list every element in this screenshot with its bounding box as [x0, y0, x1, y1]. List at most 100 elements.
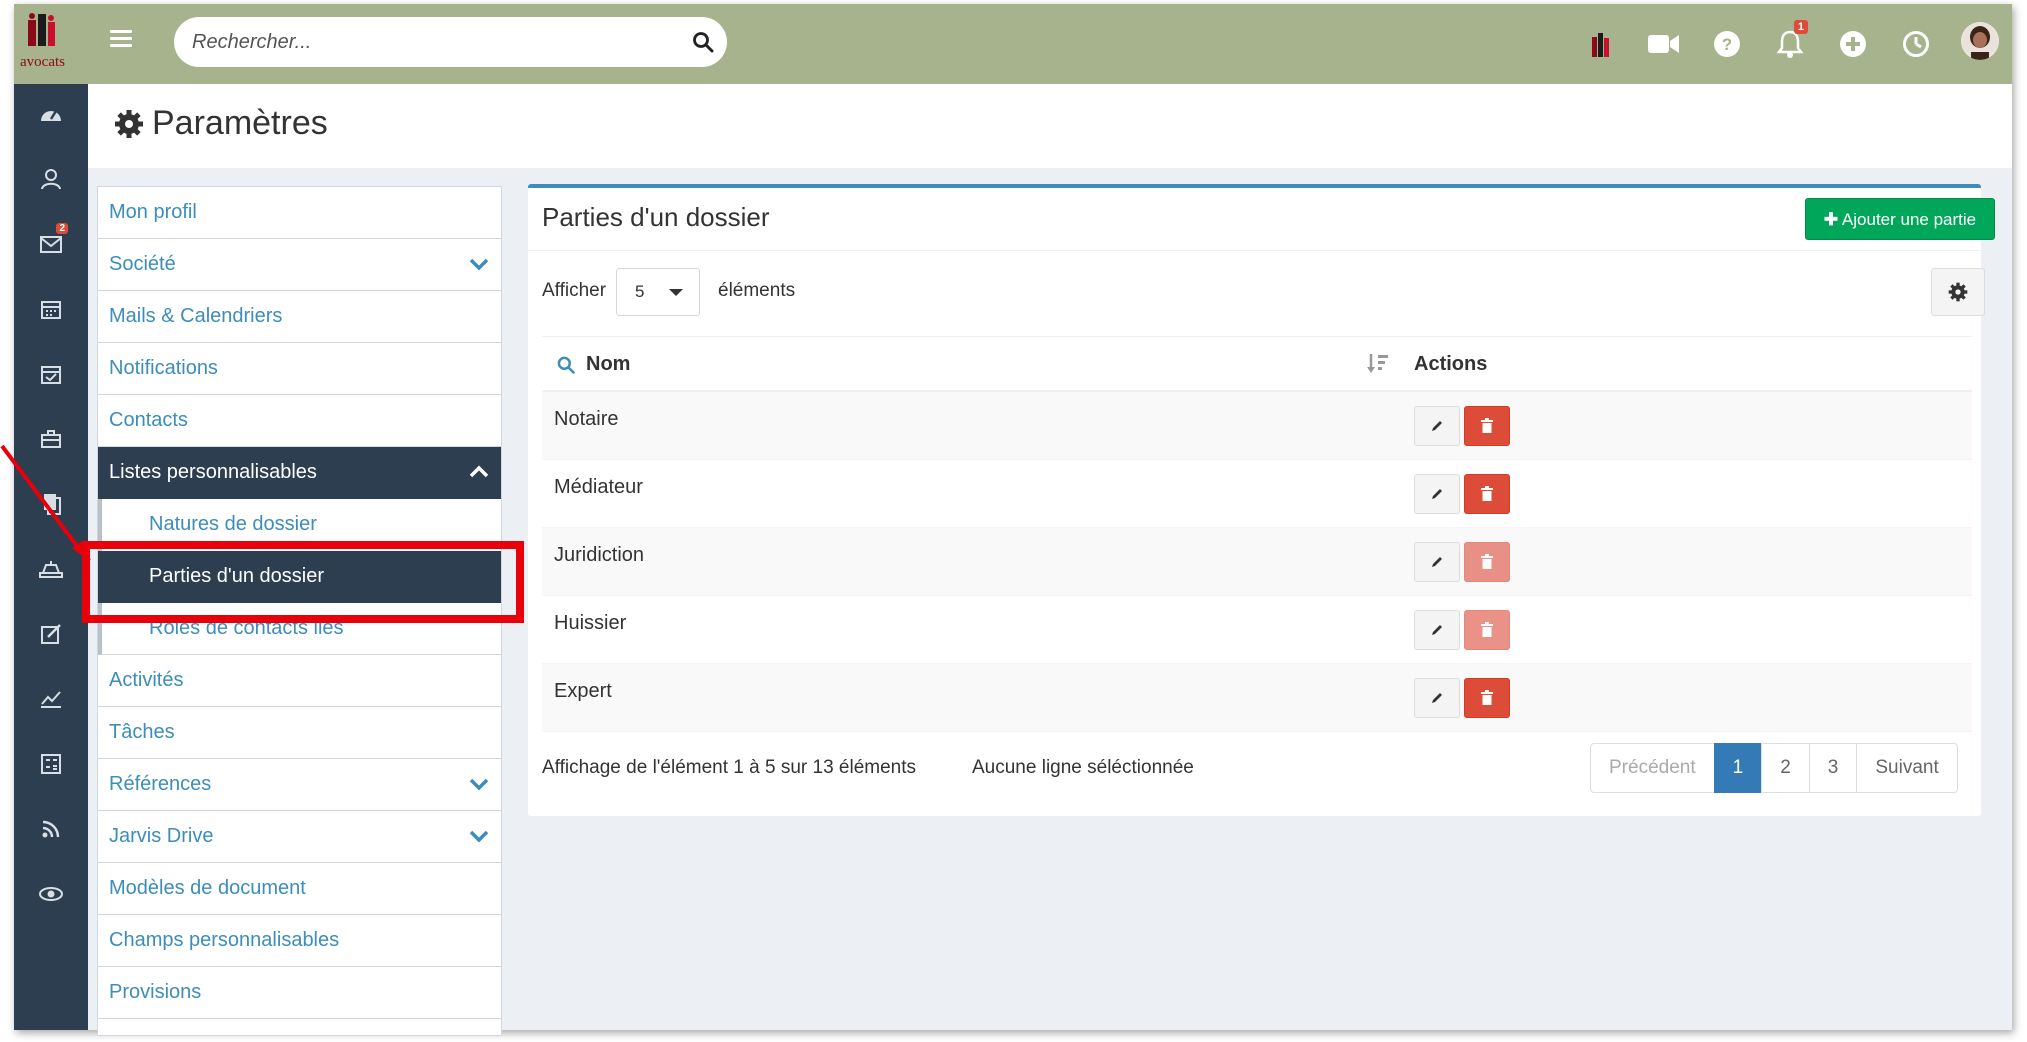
app-logo[interactable]: avocats [14, 4, 88, 84]
trash-icon [1481, 554, 1493, 569]
video-icon[interactable] [1646, 26, 1682, 62]
parties-panel: Parties d'un dossier ✚ Ajouter une parti… [528, 184, 1995, 816]
menu-item-label: Modèles de document [109, 877, 306, 899]
add-partie-button[interactable]: ✚ Ajouter une partie [1805, 198, 1995, 240]
menu-item-label: Notifications [109, 357, 218, 379]
edit-icon[interactable] [34, 619, 68, 649]
trash-icon [1481, 418, 1493, 433]
trash-icon [1481, 622, 1493, 637]
plus-circle-icon[interactable] [1835, 26, 1871, 62]
delete-button[interactable] [1464, 678, 1510, 718]
search-input[interactable] [192, 27, 662, 57]
search-icon[interactable] [691, 30, 715, 54]
search-icon[interactable] [556, 355, 576, 375]
table-info: Affichage de l'élément 1 à 5 sur 13 élém… [542, 757, 917, 778]
table-row[interactable]: Notaire [542, 392, 1972, 460]
user-avatar[interactable] [1961, 22, 1999, 60]
row-name: Médiateur [554, 476, 643, 498]
help-icon[interactable]: ? [1709, 26, 1745, 62]
panel-title: Parties d'un dossier [542, 202, 770, 232]
documents-icon[interactable] [34, 489, 68, 519]
edit-button[interactable] [1414, 678, 1460, 718]
row-name: Juridiction [554, 544, 645, 566]
pagination-page-2[interactable]: 2 [1761, 743, 1810, 793]
chevron-down-icon [469, 830, 489, 843]
table-header: Nom Actions [542, 336, 1972, 392]
column-header-nom[interactable]: Nom [586, 353, 630, 376]
menu-item-taches[interactable]: Tâches [98, 707, 501, 759]
menu-item-modeles-de-document[interactable]: Modèles de document [98, 863, 501, 915]
delete-button[interactable] [1464, 474, 1510, 514]
pencil-icon [1432, 557, 1442, 567]
search-box [174, 17, 727, 67]
bell-icon[interactable]: 1 [1772, 20, 1808, 62]
calendar-icon[interactable] [34, 294, 68, 324]
menu-item-mon-profil[interactable]: Mon profil [98, 187, 501, 239]
pagination-next[interactable]: Suivant [1856, 743, 1958, 793]
table-row[interactable]: Médiateur [542, 460, 1972, 528]
menu-toggle-icon[interactable] [110, 30, 132, 48]
pencil-icon [1432, 489, 1442, 499]
submenu-item-roles-de-contacts-lies[interactable]: Rôles de contacts liés [98, 603, 501, 655]
pencil-icon [1432, 693, 1442, 703]
calculator-icon[interactable] [34, 749, 68, 779]
mail-badge: 2 [56, 223, 68, 234]
table-row[interactable]: Expert [542, 664, 1972, 732]
edit-button[interactable] [1414, 610, 1460, 650]
row-name: Huissier [554, 612, 627, 634]
chevron-up-icon [469, 465, 489, 478]
plus-icon: ✚ [1823, 210, 1839, 229]
table-row[interactable]: Juridiction [542, 528, 1972, 596]
table-row[interactable]: Huissier [542, 596, 1972, 664]
delete-button[interactable] [1464, 406, 1510, 446]
menu-item-activites[interactable]: Activités [98, 655, 501, 707]
menu-item-label: Jarvis Drive [109, 825, 214, 847]
submenu-item-natures-de-dossier[interactable]: Natures de dossier [98, 499, 501, 551]
submenu-item-parties-d-un-dossier[interactable]: Parties d'un dossier [98, 551, 501, 603]
pagination-page-1[interactable]: 1 [1713, 743, 1763, 793]
caret-down-icon [669, 289, 683, 296]
contacts-icon[interactable] [34, 164, 68, 194]
menu-item-label: Tâches [109, 721, 175, 743]
menu-item-label: Champs personnalisables [109, 929, 340, 951]
sort-icon[interactable] [1366, 351, 1390, 375]
table-settings-button[interactable] [1931, 268, 1985, 316]
edit-button[interactable] [1414, 542, 1460, 582]
edit-button[interactable] [1414, 474, 1460, 514]
clock-icon[interactable] [1898, 26, 1934, 62]
menu-item-contacts[interactable]: Contacts [98, 395, 501, 447]
menu-item-mails-calendriers[interactable]: Mails & Calendriers [98, 291, 501, 343]
delete-button-disabled [1464, 610, 1510, 650]
menu-item-references[interactable]: Références [98, 759, 501, 811]
menu-item-societe[interactable]: Société [98, 239, 501, 291]
pagination-page-3[interactable]: 3 [1808, 743, 1858, 793]
menu-item-listes-personnalisables[interactable]: Listes personnalisables [98, 447, 501, 499]
menu-item-label: Listes personnalisables [109, 461, 317, 483]
menu-item-label: Mails & Calendriers [109, 305, 283, 327]
edit-button[interactable] [1414, 406, 1460, 446]
pagination: Précédent 1 2 3 Suivant [1590, 743, 1958, 793]
dashboard-icon[interactable] [34, 99, 68, 129]
eye-icon[interactable] [34, 879, 68, 909]
pencil-icon [1432, 421, 1442, 431]
court-icon[interactable] [34, 554, 68, 584]
menu-item-label: Activités [109, 669, 184, 691]
page-title-text: Paramètres [152, 104, 328, 142]
calendar-check-icon[interactable] [34, 359, 68, 389]
rss-icon[interactable] [34, 814, 68, 844]
menu-item-champs-personnalisables[interactable]: Champs personnalisables [98, 915, 501, 967]
page-size-select[interactable]: 5 [616, 268, 700, 316]
menu-item-provisions[interactable]: Provisions [98, 967, 501, 1019]
mail-icon[interactable]: 2 [34, 223, 68, 259]
trash-icon [1481, 486, 1493, 501]
logo-text: avocats [20, 54, 65, 70]
pagination-previous: Précédent [1590, 743, 1715, 793]
page-header: Paramètres [88, 84, 2012, 168]
menu-item-jarvis-drive[interactable]: Jarvis Drive [98, 811, 501, 863]
menu-item-notifications[interactable]: Notifications [98, 343, 501, 395]
column-header-actions: Actions [1414, 353, 1488, 375]
app-logo-icon[interactable] [1583, 26, 1619, 62]
notification-badge: 1 [1793, 20, 1808, 34]
briefcase-icon[interactable] [34, 424, 68, 454]
chart-icon[interactable] [34, 684, 68, 714]
